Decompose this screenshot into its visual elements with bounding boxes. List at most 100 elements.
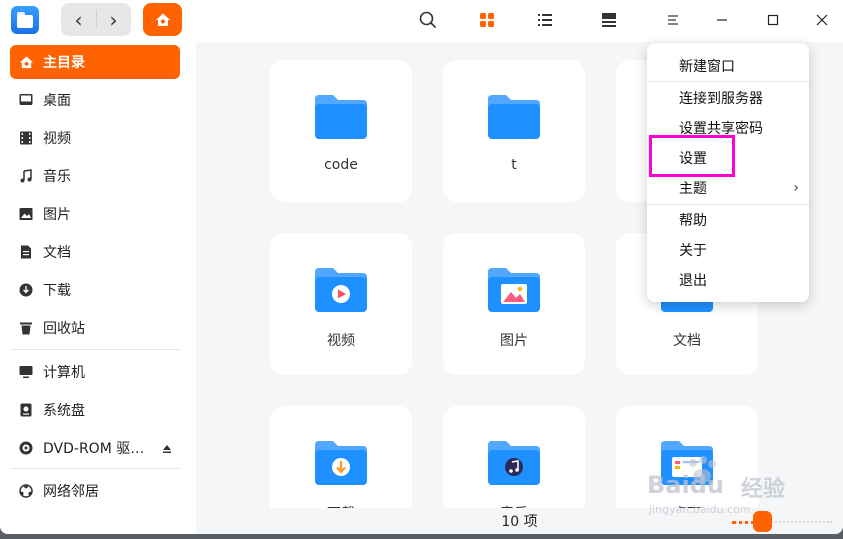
back-button[interactable]: ‹ (61, 3, 96, 36)
chevron-right-icon: › (109, 7, 118, 32)
sidebar-item-desktop[interactable]: 桌面 (10, 83, 180, 117)
menu-item-label: 退出 (679, 273, 707, 289)
extend-view-button[interactable] (597, 8, 621, 32)
breadcrumb-home-button[interactable] (143, 3, 182, 36)
menu-item-about[interactable]: 关于 (647, 235, 809, 265)
dvd-icon (18, 440, 34, 456)
sidebar-item-label: DVD-ROM 驱… (43, 441, 145, 457)
network-icon (18, 483, 34, 499)
watermark-url: jingyan.baidu.com (649, 503, 751, 516)
menu-item-label: 关于 (679, 243, 707, 259)
search-button[interactable] (416, 8, 440, 32)
file-item[interactable]: t (443, 60, 585, 202)
home-icon (155, 13, 170, 26)
picture-folder-icon (488, 268, 540, 312)
sidebar-item-label: 下载 (43, 283, 71, 299)
home-icon (18, 54, 34, 70)
main-menu-icon (668, 15, 678, 25)
annotation-highlight-box (649, 135, 735, 177)
menu-divider (647, 81, 809, 82)
sidebar-divider (10, 468, 180, 469)
download-icon (18, 282, 34, 298)
search-icon (419, 11, 437, 29)
menu-item-label: 主题 (679, 181, 707, 197)
sidebar: 主目录 桌面 视频 音乐 图片 文档 下载 回收站 计算机 系统盘 DVD-RO… (0, 42, 196, 534)
video-folder-icon (315, 268, 367, 312)
music-folder-icon (488, 441, 540, 485)
file-name: 文档 (673, 333, 701, 349)
menu-item-new-window[interactable]: 新建窗口 (647, 51, 809, 81)
file-item[interactable]: 视频 (270, 233, 412, 375)
main-menu-button[interactable] (661, 8, 685, 32)
navigation-buttons: ‹ › (61, 3, 131, 36)
minimize-button[interactable] (710, 8, 734, 32)
menu-item-quit[interactable]: 退出 (647, 265, 809, 295)
watermark-brand-cn: 经验 (741, 477, 786, 502)
sidebar-item-home[interactable]: 主目录 (10, 45, 180, 79)
disk-icon (18, 402, 34, 418)
sidebar-item-label: 系统盘 (43, 403, 85, 419)
download-folder-icon (315, 441, 367, 485)
maximize-icon (767, 14, 779, 26)
file-name: 图片 (500, 333, 528, 349)
menu-item-label: 帮助 (679, 213, 707, 229)
menu-item-theme[interactable]: 主题 › (647, 173, 809, 203)
chevron-left-icon: ‹ (74, 7, 83, 32)
sidebar-item-documents[interactable]: 文档 (10, 235, 180, 269)
sidebar-item-label: 图片 (43, 207, 71, 223)
menu-item-label: 新建窗口 (679, 59, 735, 75)
sidebar-item-label: 桌面 (43, 93, 71, 109)
music-icon (18, 168, 34, 184)
eject-icon[interactable] (162, 442, 172, 458)
file-manager-window: ‹ › 主目录 桌面 视频 音乐 图片 文档 下载 回收站 计算机 系统盘 DV… (0, 0, 843, 534)
sidebar-item-label: 主目录 (43, 55, 85, 71)
file-item[interactable]: 图片 (443, 233, 585, 375)
folder-icon (315, 95, 367, 139)
close-button[interactable] (810, 8, 834, 32)
sidebar-item-music[interactable]: 音乐 (10, 159, 180, 193)
file-name: 视频 (327, 333, 355, 349)
sidebar-item-downloads[interactable]: 下载 (10, 273, 180, 307)
sidebar-item-label: 网络邻居 (43, 484, 99, 500)
menu-item-connect-server[interactable]: 连接到服务器 (647, 83, 809, 113)
list-view-button[interactable] (533, 8, 557, 32)
minimize-icon (717, 19, 727, 21)
video-icon (18, 130, 34, 146)
sidebar-item-label: 回收站 (43, 321, 85, 337)
extend-view-icon (602, 13, 616, 27)
sidebar-item-label: 计算机 (43, 365, 85, 381)
sidebar-item-label: 音乐 (43, 169, 71, 185)
menu-item-label: 连接到服务器 (679, 91, 763, 107)
file-item[interactable]: code (270, 60, 412, 202)
forward-button[interactable]: › (96, 3, 131, 36)
menu-item-help[interactable]: 帮助 (647, 205, 809, 235)
watermark-brand: Baidu (647, 471, 724, 499)
document-icon (18, 244, 34, 260)
sidebar-item-network[interactable]: 网络邻居 (10, 474, 180, 508)
computer-icon (18, 364, 34, 380)
picture-icon (18, 206, 34, 222)
sidebar-item-trash[interactable]: 回收站 (10, 311, 180, 345)
app-logo-icon (11, 6, 39, 34)
desktop-icon (18, 92, 34, 108)
trash-icon (18, 320, 34, 336)
item-count: 10 项 (501, 514, 538, 530)
title-bar: ‹ › (0, 0, 843, 42)
zoom-slider[interactable] (732, 511, 832, 532)
sidebar-item-computer[interactable]: 计算机 (10, 355, 180, 389)
sidebar-item-pictures[interactable]: 图片 (10, 197, 180, 231)
sidebar-item-video[interactable]: 视频 (10, 121, 180, 155)
close-icon (816, 14, 828, 26)
maximize-button[interactable] (761, 8, 785, 32)
folder-icon (488, 95, 540, 139)
file-name: t (511, 157, 517, 173)
sidebar-divider (10, 349, 180, 350)
sidebar-item-label: 文档 (43, 245, 71, 261)
sidebar-item-dvd-rom[interactable]: DVD-ROM 驱… (10, 431, 180, 465)
list-view-icon (538, 14, 552, 26)
sidebar-item-label: 视频 (43, 131, 71, 147)
icon-view-icon (480, 13, 494, 27)
icon-view-button[interactable] (475, 8, 499, 32)
sidebar-item-system-disk[interactable]: 系统盘 (10, 393, 180, 427)
file-name: code (324, 157, 358, 173)
